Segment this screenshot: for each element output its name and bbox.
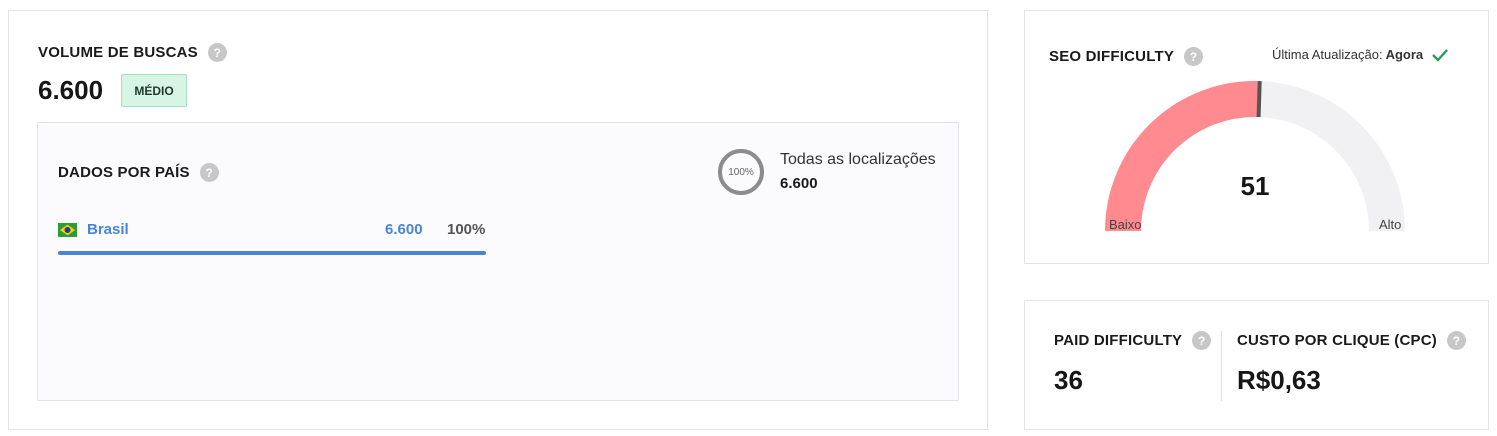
locations-percent-label: 100%: [728, 166, 754, 178]
search-volume-title: VOLUME DE BUSCAS ?: [38, 43, 227, 62]
gauge-high-label: Alto: [1379, 217, 1402, 232]
brazil-flag-icon: [58, 223, 77, 237]
cpc-title: CUSTO POR CLIQUE (CPC) ?: [1237, 331, 1466, 350]
paid-cpc-card: PAID DIFFICULTY ? 36 CUSTO POR CLIQUE (C…: [1024, 300, 1489, 430]
seo-difficulty-title: SEO DIFFICULTY ?: [1049, 47, 1204, 66]
seo-difficulty-gauge: [1105, 81, 1405, 231]
country-name-link[interactable]: Brasil: [87, 221, 129, 238]
cpc-value: R$0,63: [1237, 365, 1321, 395]
country-share-bar: [58, 251, 486, 255]
last-updated: Última Atualização: Agora: [1272, 47, 1449, 62]
help-icon[interactable]: ?: [199, 163, 219, 182]
country-data-title: DADOS POR PAÍS ?: [58, 163, 219, 182]
help-icon[interactable]: ?: [207, 43, 227, 62]
gauge-marker: [1256, 81, 1262, 118]
help-icon[interactable]: ?: [1446, 331, 1466, 350]
country-percent: 100%: [447, 221, 486, 238]
country-share-bar-fill: [58, 251, 486, 255]
country-row[interactable]: Brasil 6.600 100%: [58, 221, 486, 245]
country-volume-value: 6.600: [385, 221, 423, 238]
paid-difficulty-title: PAID DIFFICULTY ?: [1054, 331, 1212, 350]
gauge-low-label: Baixo: [1109, 217, 1142, 232]
all-locations-label: Todas as localizações: [780, 151, 936, 168]
seo-difficulty-card: SEO DIFFICULTY ? Última Atualização: Ago…: [1024, 10, 1489, 264]
help-icon[interactable]: ?: [1184, 47, 1204, 66]
country-data-panel: DADOS POR PAÍS ? 100% Todas as localizaç…: [37, 122, 959, 401]
gauge-fill: [1105, 81, 1260, 231]
seo-difficulty-score: 51: [1240, 171, 1270, 201]
divider: [1221, 331, 1222, 401]
check-icon: [1432, 48, 1449, 62]
volume-level-badge: MÉDIO: [121, 74, 187, 107]
paid-difficulty-value: 36: [1054, 365, 1083, 395]
all-locations-value: 6.600: [780, 175, 818, 192]
search-volume-value: 6.600: [38, 75, 104, 105]
search-volume-card: VOLUME DE BUSCAS ? 6.600 MÉDIO DADOS POR…: [8, 10, 988, 430]
help-icon[interactable]: ?: [1192, 331, 1212, 350]
